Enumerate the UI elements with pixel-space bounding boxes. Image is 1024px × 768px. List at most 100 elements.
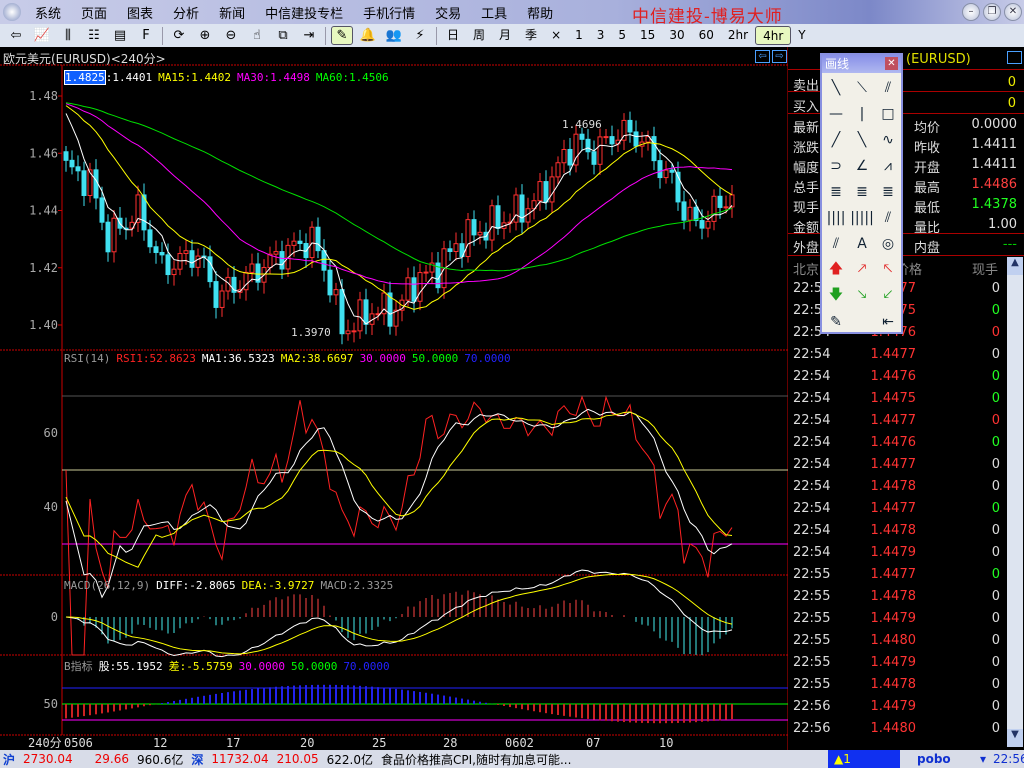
scroll-down-button[interactable]: ▼ bbox=[1007, 729, 1023, 747]
b-tick: 50 bbox=[44, 697, 58, 711]
rsi-line bbox=[65, 395, 733, 656]
draw-tool-6-icon[interactable]: ╱ bbox=[823, 127, 849, 153]
scroll-up-button[interactable]: ▲ bbox=[1007, 257, 1023, 275]
x-label: 20 bbox=[300, 736, 314, 750]
candle-down bbox=[339, 289, 345, 335]
candle-down bbox=[81, 170, 87, 196]
alert-count: 1 bbox=[843, 752, 851, 766]
chart-canvas[interactable]: 1.48 1.46 1.44 1.42 1.40 60 40 0 50 240分 0506 12 17 2… bbox=[0, 0, 788, 750]
draw-tool-23-icon[interactable]: 🡔 bbox=[875, 257, 901, 283]
tick-volume: 0 bbox=[991, 721, 1000, 736]
b-70-level: 70.0000 bbox=[343, 660, 390, 673]
draw-tool-25-icon[interactable]: 🡖 bbox=[849, 283, 875, 309]
draw-tool-5-icon[interactable]: □ bbox=[875, 101, 901, 127]
candle-down bbox=[543, 181, 549, 203]
draw-tool-3-icon[interactable]: — bbox=[823, 101, 849, 127]
draw-tool-9-icon[interactable]: ⊃ bbox=[823, 153, 849, 179]
tick-volume: 0 bbox=[991, 303, 1000, 318]
sell-value: 0 bbox=[1007, 75, 1016, 90]
draw-tool-0-icon[interactable]: ╲ bbox=[823, 75, 849, 101]
scroll-right-button[interactable]: ⇨ bbox=[772, 50, 787, 63]
restore-button[interactable]: ❐ bbox=[983, 3, 1001, 21]
draw-tool-29-icon[interactable]: ⇤ bbox=[875, 309, 901, 335]
draw-tool-2-icon[interactable]: ⫽ bbox=[875, 75, 901, 101]
tick-price: 1.4478 bbox=[870, 677, 917, 692]
period-Y[interactable]: Y bbox=[791, 26, 812, 45]
candle-up bbox=[405, 277, 411, 301]
sz-index: 11732.04 bbox=[211, 752, 269, 766]
quote-label: 涨跌 bbox=[793, 141, 820, 156]
tick-volume: 0 bbox=[991, 413, 1000, 428]
tick-scrollbar[interactable]: ▲ ▼ bbox=[1007, 257, 1023, 747]
candle-down bbox=[99, 197, 105, 223]
rsi-tick: 40 bbox=[44, 500, 58, 514]
quote-field-label: 最高 bbox=[914, 181, 941, 196]
draw-tool-12-icon[interactable]: ≣ bbox=[823, 179, 849, 205]
tick-price: 1.4478 bbox=[870, 589, 917, 604]
candle-up bbox=[393, 309, 399, 327]
candle-down bbox=[591, 151, 597, 165]
candle-down bbox=[585, 138, 591, 153]
candle-up bbox=[111, 217, 117, 253]
inner-value: --- bbox=[1002, 237, 1017, 252]
draw-tool-27-icon[interactable]: ✎ bbox=[823, 309, 849, 335]
draw-tool-8-icon[interactable]: ∿ bbox=[875, 127, 901, 153]
draw-tool-20-icon[interactable]: ◎ bbox=[875, 231, 901, 257]
tick-time: 22:54 bbox=[793, 413, 831, 428]
scroll-left-button[interactable]: ⇦ bbox=[755, 50, 770, 63]
rsi-ma2-value: MA2:38.6697 bbox=[280, 352, 354, 365]
candle-down bbox=[63, 151, 69, 161]
draw-tool-7-icon[interactable]: ╲ bbox=[849, 127, 875, 153]
candle-down bbox=[213, 281, 219, 308]
minimize-button[interactable]: – bbox=[962, 3, 980, 21]
draw-tool-19-icon[interactable]: A bbox=[849, 231, 875, 257]
draw-panel-header[interactable]: 画线 ✕ bbox=[822, 55, 901, 73]
buy-value: 0 bbox=[1007, 96, 1016, 111]
candle-down bbox=[669, 169, 675, 173]
quote-field-label: 昨收 bbox=[914, 141, 941, 156]
maximize-panel-button[interactable] bbox=[1007, 51, 1022, 64]
clock: 22:56 bbox=[993, 752, 1024, 766]
candle-up bbox=[723, 206, 729, 209]
draw-tool-21-icon[interactable]: 🡅 bbox=[823, 257, 849, 283]
candle-down bbox=[279, 251, 285, 270]
outer-label: 外盘 bbox=[793, 241, 820, 256]
alert-badge[interactable]: ▲1 bbox=[828, 750, 900, 768]
ma15-value: MA15:1.4402 bbox=[158, 71, 231, 84]
draw-tool-17-icon[interactable]: ⫽ bbox=[875, 205, 901, 231]
x-label: 0506 bbox=[64, 736, 93, 750]
price-tick: 1.46 bbox=[29, 146, 58, 160]
draw-tool-4-icon[interactable]: | bbox=[849, 101, 875, 127]
tick-time: 22:54 bbox=[793, 545, 831, 560]
draw-tool-16-icon[interactable]: ||||| bbox=[849, 205, 875, 231]
close-button[interactable]: ✕ bbox=[1004, 3, 1022, 21]
draw-tool-15-icon[interactable]: |||| bbox=[823, 205, 849, 231]
close-icon[interactable]: ✕ bbox=[885, 57, 898, 70]
draw-tool-11-icon[interactable]: ⩘ bbox=[875, 153, 901, 179]
b-cha-value: 差:-5.5759 bbox=[168, 660, 233, 673]
candle-up bbox=[513, 194, 519, 223]
draw-tool-24-icon[interactable]: 🡇 bbox=[823, 283, 849, 309]
quote-field-value: 1.4378 bbox=[971, 197, 1018, 212]
candle-up bbox=[333, 289, 339, 296]
draw-tool-26-icon[interactable]: 🡗 bbox=[875, 283, 901, 309]
price-tick: 1.40 bbox=[29, 318, 58, 332]
candle-up bbox=[711, 195, 717, 222]
draw-tool-28-icon[interactable] bbox=[849, 309, 875, 335]
draw-tools-panel[interactable]: 画线 ✕ ╲ ⟍ ⫽ — | □ ╱ ╲ ∿ ⊃ ∠ ⩘ ≣ ≣ ≣ |||| ||||| ⫽ ⫽ A ◎ 🡅 🡕 🡔 🡇 🡖 🡗 ✎ ⇤ bbox=[820, 53, 903, 334]
sz-amount: 622.0亿 bbox=[326, 752, 373, 767]
symbol-title: (EURUSD) bbox=[906, 52, 971, 67]
news-ticker[interactable]: 食品价格推高CPI,随时有加息可能... bbox=[381, 751, 651, 768]
x-label: 10 bbox=[659, 736, 673, 750]
draw-tool-10-icon[interactable]: ∠ bbox=[849, 153, 875, 179]
draw-tool-1-icon[interactable]: ⟍ bbox=[849, 75, 875, 101]
draw-tool-13-icon[interactable]: ≣ bbox=[849, 179, 875, 205]
tick-price: 1.4477 bbox=[870, 501, 917, 516]
tick-volume: 0 bbox=[991, 501, 1000, 516]
tick-volume: 0 bbox=[991, 347, 1000, 362]
candle-down bbox=[627, 119, 633, 133]
draw-tool-18-icon[interactable]: ⫽ bbox=[823, 231, 849, 257]
candle-down bbox=[567, 148, 573, 166]
draw-tool-22-icon[interactable]: 🡕 bbox=[849, 257, 875, 283]
draw-tool-14-icon[interactable]: ≣ bbox=[875, 179, 901, 205]
